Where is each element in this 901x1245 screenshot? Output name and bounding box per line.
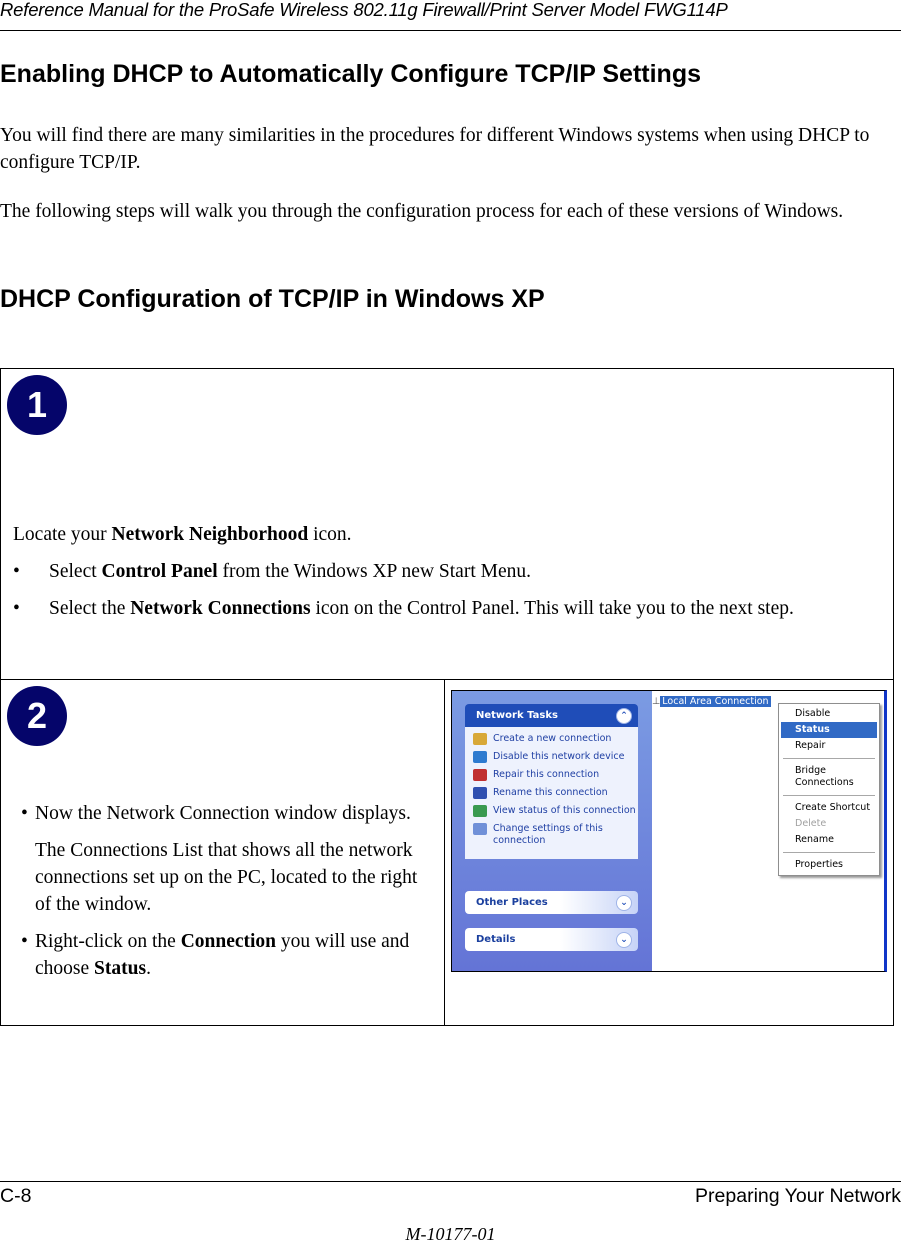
collapse-icon[interactable]: ⌃ (616, 708, 632, 724)
page-header: Reference Manual for the ProSafe Wireles… (0, 0, 901, 31)
task-link[interactable]: Disable this network device (473, 751, 638, 763)
step-1-cell: 1 Locate your Network Neighborhood icon.… (0, 368, 894, 680)
menu-item-rename[interactable]: Rename (781, 832, 877, 848)
step-1-badge: 1 (7, 375, 67, 435)
step-2-bullet: • Now the Network Connection window displ… (21, 803, 411, 824)
menu-item-status[interactable]: Status (781, 722, 877, 738)
disable-device-icon (473, 751, 487, 763)
other-places-panel[interactable]: Other Places ⌄ (465, 891, 638, 914)
task-link[interactable]: View status of this connection (473, 805, 638, 817)
task-link[interactable]: Rename this connection (473, 787, 638, 799)
chapter-name: Preparing Your Network (695, 1185, 901, 1207)
subsection-title: DHCP Configuration of TCP/IP in Windows … (0, 285, 545, 313)
page-footer: C-8 Preparing Your Network (0, 1181, 901, 1207)
section-title: Enabling DHCP to Automatically Configure… (0, 60, 701, 88)
menu-item-bridge-connections[interactable]: Bridge Connections (781, 763, 877, 791)
details-title: Details (476, 934, 516, 945)
change-settings-icon (473, 823, 487, 835)
task-link[interactable]: Repair this connection (473, 769, 638, 781)
step-2-bullet: • Right-click on the Connection you will … (21, 931, 410, 979)
new-connection-icon (473, 733, 487, 745)
steps-table: 1 Locate your Network Neighborhood icon.… (0, 368, 894, 1026)
connection-item[interactable]: ⊥ Local Area Connection (652, 696, 771, 707)
rename-icon (473, 787, 487, 799)
step-2-screenshot-cell: Network Tasks ⌃ Create a new connection Di… (444, 679, 894, 1026)
view-status-icon (473, 805, 487, 817)
menu-item-disable[interactable]: Disable (781, 706, 877, 722)
other-places-title: Other Places (476, 897, 548, 908)
expand-icon[interactable]: ⌄ (616, 932, 632, 948)
step-1-bullet: • Select Control Panel from the Windows X… (13, 561, 531, 582)
menu-item-delete: Delete (795, 818, 827, 829)
menu-item-create-shortcut[interactable]: Create Shortcut (781, 800, 877, 816)
step-1-intro: Locate your Network Neighborhood icon. (13, 524, 352, 545)
task-pane: Network Tasks ⌃ Create a new connection Di… (452, 691, 652, 971)
repair-icon (473, 769, 487, 781)
step-1-bullet: • Select the Network Connections icon on … (13, 598, 794, 619)
network-tasks-panel: Network Tasks ⌃ Create a new connection Di… (465, 704, 638, 859)
expand-icon[interactable]: ⌄ (616, 895, 632, 911)
page-number: C-8 (0, 1185, 32, 1207)
header-title: Reference Manual for the ProSafe Wireles… (0, 0, 728, 20)
menu-item-properties[interactable]: Properties (781, 857, 877, 873)
document-id: M-10177-01 (405, 1224, 496, 1244)
intro-paragraph: You will find there are many similaritie… (0, 125, 870, 173)
network-tasks-title: Network Tasks (476, 710, 558, 721)
step-2-para: The Connections List that shows all the … (35, 840, 418, 915)
menu-separator (783, 852, 875, 853)
step-2-badge: 2 (7, 686, 67, 746)
step-2-text-cell: 2 • Now the Network Connection window dis… (0, 679, 445, 1026)
menu-separator (783, 795, 875, 796)
steps-paragraph: The following steps will walk you throug… (0, 201, 844, 222)
task-link[interactable]: Create a new connection (473, 733, 638, 745)
task-link[interactable]: Change settings of this connection (473, 823, 638, 847)
menu-separator (783, 758, 875, 759)
network-connections-screenshot: Network Tasks ⌃ Create a new connection Di… (451, 690, 887, 972)
menu-item-repair[interactable]: Repair (781, 738, 877, 754)
details-panel[interactable]: Details ⌄ (465, 928, 638, 951)
context-menu: Disable Status Repair Bridge Connections Cre… (778, 703, 880, 876)
